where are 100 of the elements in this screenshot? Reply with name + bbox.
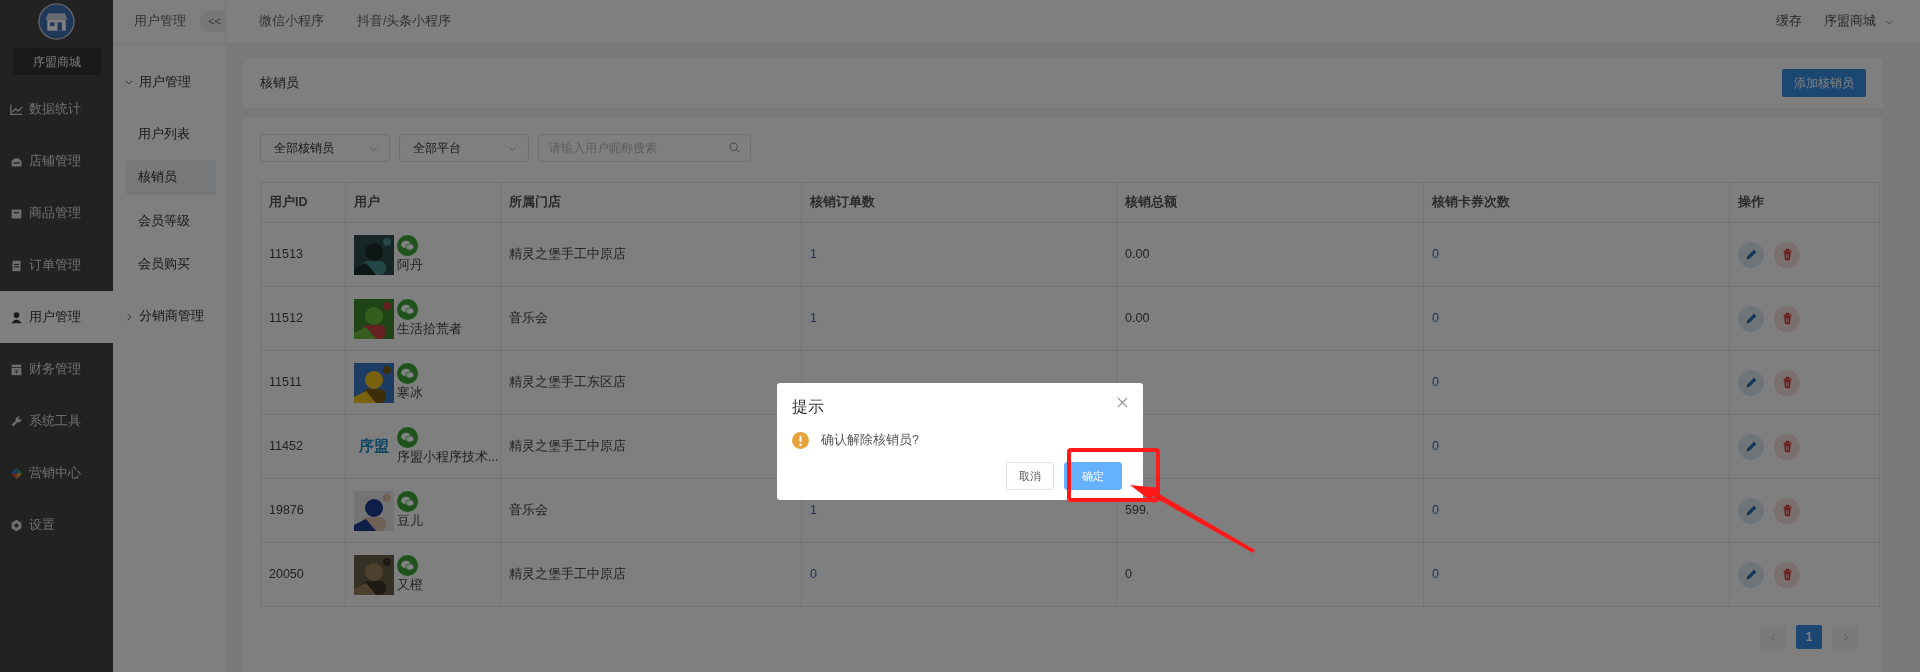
add-button[interactable]: 添加核销员 bbox=[1782, 69, 1866, 97]
table-cell: 11452 bbox=[260, 414, 346, 479]
submenu-item[interactable]: 会员等级 bbox=[126, 203, 216, 239]
account-menu[interactable]: 序盟商城 bbox=[1824, 12, 1894, 31]
count-link[interactable]: 0 bbox=[1432, 567, 1439, 582]
column-header: 核销卡券次数 bbox=[1423, 182, 1730, 223]
table-cell: 音乐会 bbox=[500, 286, 802, 351]
pencil-icon bbox=[1744, 312, 1758, 325]
count-link[interactable]: 0 bbox=[1432, 311, 1439, 326]
pencil-icon bbox=[1744, 568, 1758, 581]
user-name: 阿丹 bbox=[397, 256, 423, 274]
close-icon[interactable] bbox=[1117, 397, 1128, 408]
table-cell: 11512 bbox=[260, 286, 346, 351]
pencil-icon bbox=[1744, 376, 1758, 389]
table-cell: 精灵之堡手工中原店 bbox=[500, 222, 802, 287]
filter-select[interactable]: 全部平台 bbox=[399, 134, 529, 162]
delete-button[interactable] bbox=[1774, 433, 1800, 460]
user-name: 豆儿 bbox=[397, 512, 423, 530]
sidebar-item[interactable]: 订单管理 bbox=[0, 239, 113, 291]
warning-icon bbox=[792, 431, 809, 449]
column-header: 核销订单数 bbox=[801, 182, 1117, 223]
collapse-button[interactable]: << bbox=[200, 11, 225, 32]
user-name: 序盟小程序技术... bbox=[397, 448, 499, 466]
edit-button[interactable] bbox=[1738, 305, 1764, 332]
count-link[interactable]: 0 bbox=[810, 567, 817, 582]
submenu-item[interactable]: 核销员 bbox=[126, 160, 216, 195]
section-title: 核销员 bbox=[260, 74, 299, 92]
wrench-icon bbox=[10, 414, 23, 428]
trash-icon bbox=[1780, 568, 1794, 581]
sidebar-item[interactable]: 系统工具 bbox=[0, 395, 113, 447]
count-link[interactable]: 1 bbox=[810, 311, 817, 326]
edit-button[interactable] bbox=[1738, 369, 1764, 396]
edit-button[interactable] bbox=[1738, 561, 1764, 588]
chevron-icon bbox=[124, 311, 134, 322]
platform-tab[interactable]: 微信小程序 bbox=[259, 12, 324, 31]
column-header: 操作 bbox=[1729, 182, 1880, 223]
count-link[interactable]: 0 bbox=[1432, 503, 1439, 518]
column-header: 所属门店 bbox=[500, 182, 802, 223]
edit-button[interactable] bbox=[1738, 241, 1764, 268]
sidebar-item[interactable]: 设置 bbox=[0, 499, 113, 551]
trash-icon bbox=[1780, 504, 1794, 517]
sidebar-item[interactable]: 用户管理 bbox=[0, 291, 113, 343]
wechat-icon bbox=[397, 362, 418, 384]
user-name: 寒冰 bbox=[397, 384, 423, 402]
submenu-group[interactable]: 用户管理 bbox=[113, 56, 226, 108]
page-title: 用户管理 bbox=[134, 13, 187, 31]
user-name: 又橙 bbox=[397, 576, 423, 594]
delete-button[interactable] bbox=[1774, 561, 1800, 588]
sidebar-item[interactable]: 店铺管理 bbox=[0, 135, 113, 187]
submenu-group[interactable]: 分销商管理 bbox=[113, 290, 226, 343]
store-logo-icon bbox=[38, 3, 75, 40]
sidebar-item[interactable]: 商品管理 bbox=[0, 187, 113, 239]
count-link[interactable]: 0 bbox=[1432, 247, 1439, 262]
clipboard-icon bbox=[10, 258, 23, 272]
chevron-icon bbox=[124, 77, 134, 87]
platform-tab[interactable]: 抖音/头条小程序 bbox=[357, 12, 452, 31]
user-name: 生活拾荒者 bbox=[397, 320, 462, 338]
dialog-title: 提示 bbox=[792, 397, 824, 417]
delete-button[interactable] bbox=[1774, 369, 1800, 396]
count-link[interactable]: 1 bbox=[810, 503, 817, 518]
pencil-icon bbox=[1744, 504, 1758, 517]
wechat-icon bbox=[397, 234, 418, 256]
delete-button[interactable] bbox=[1774, 241, 1800, 268]
table-cell: 11513 bbox=[260, 222, 346, 287]
filter-select[interactable]: 全部核销员 bbox=[260, 134, 390, 162]
count-link[interactable]: 1 bbox=[810, 247, 817, 262]
page-button[interactable]: 1 bbox=[1796, 625, 1822, 649]
column-header: 核销总额 bbox=[1116, 182, 1424, 223]
confirm-button[interactable]: 确定 bbox=[1064, 461, 1122, 490]
trash-icon bbox=[1780, 376, 1794, 389]
user-icon bbox=[10, 310, 23, 324]
sidebar-item[interactable]: 营销中心 bbox=[0, 447, 113, 499]
delete-button[interactable] bbox=[1774, 497, 1800, 524]
cancel-button[interactable]: 取消 bbox=[1006, 461, 1054, 490]
submenu-item[interactable]: 会员购买 bbox=[126, 247, 216, 282]
table-cell: 20050 bbox=[260, 542, 346, 607]
sidebar-item[interactable]: 数据统计 bbox=[0, 83, 113, 135]
edit-button[interactable] bbox=[1738, 433, 1764, 460]
sidebar-item[interactable]: 财务管理 bbox=[0, 343, 113, 395]
table-cell: 11511 bbox=[260, 350, 346, 415]
gear-icon bbox=[10, 518, 23, 532]
count-link[interactable]: 0 bbox=[1432, 375, 1439, 390]
delete-button[interactable] bbox=[1774, 305, 1800, 332]
edit-button[interactable] bbox=[1738, 497, 1764, 524]
bag-icon bbox=[10, 206, 23, 220]
search-icon bbox=[728, 141, 741, 154]
avatar-logo: 序盟 bbox=[358, 436, 390, 457]
diamond-icon bbox=[10, 466, 23, 480]
brand-name: 序盟商城 bbox=[12, 48, 101, 75]
wechat-icon bbox=[397, 426, 418, 448]
cache-link[interactable]: 缓存 bbox=[1776, 12, 1802, 31]
trash-icon bbox=[1780, 312, 1794, 325]
table-cell: 0.00 bbox=[1116, 222, 1424, 287]
table-cell: 19876 bbox=[260, 478, 346, 543]
wechat-icon bbox=[397, 554, 418, 576]
wallet-icon bbox=[10, 362, 23, 376]
dialog-message: 确认解除核销员? bbox=[821, 432, 919, 449]
column-header: 用户ID bbox=[260, 182, 346, 223]
count-link[interactable]: 0 bbox=[1432, 439, 1439, 454]
submenu-item[interactable]: 用户列表 bbox=[126, 116, 216, 152]
